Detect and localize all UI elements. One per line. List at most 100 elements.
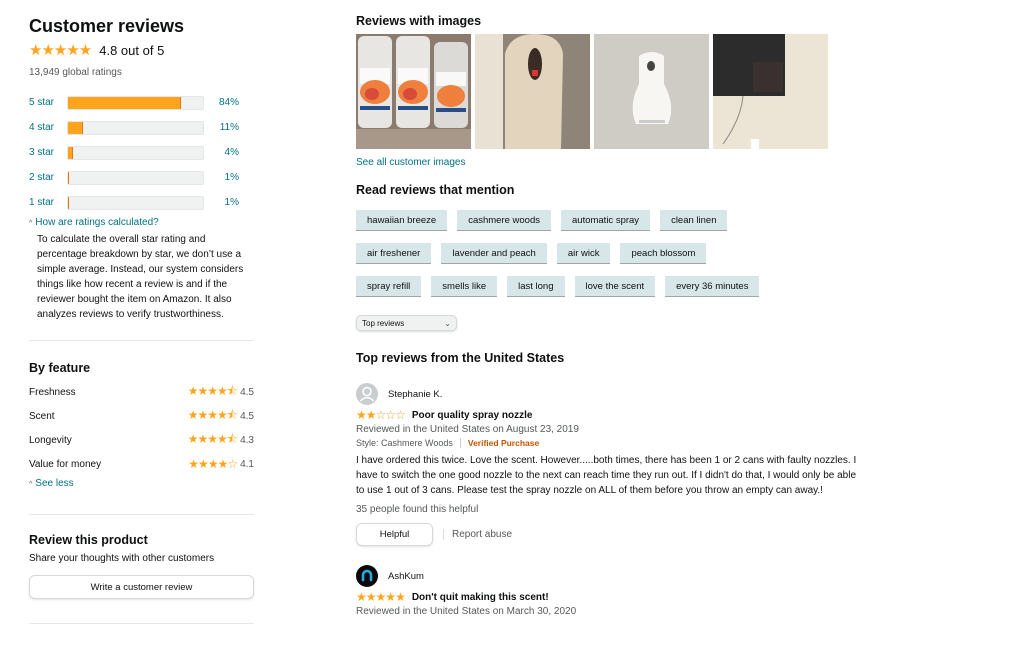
review-image-glade-cans[interactable] — [356, 34, 471, 149]
histogram-row-1-star[interactable]: 1 star 1% — [29, 190, 254, 215]
custom-avatar-icon — [361, 569, 373, 582]
review-stars-icon: ★★☆☆☆ — [356, 408, 406, 422]
star-filled-icon: ★ — [385, 590, 396, 604]
histogram-label[interactable]: 5 star — [29, 97, 67, 108]
histogram-label[interactable]: 4 star — [29, 122, 67, 133]
tv-wall-image — [713, 34, 828, 149]
star-filled-icon: ★ — [365, 408, 377, 422]
how-ratings-calculated-toggle[interactable]: ^ How are ratings calculated? — [29, 217, 254, 228]
star-filled-icon: ★ — [375, 590, 387, 604]
review-image-tv-wall[interactable] — [713, 34, 828, 149]
report-abuse-link[interactable]: Report abuse — [452, 529, 512, 540]
review-stars-icon: ★★★★★ — [356, 590, 406, 604]
histogram-bar[interactable] — [67, 195, 204, 210]
sort-selected-value: Top reviews — [362, 318, 405, 328]
mention-tag[interactable]: peach blossom — [620, 243, 707, 264]
feature-row: Scent ★★★★⯪ 4.5 — [29, 404, 254, 428]
review-item: AshKum ★★★★★ Don't quit making this scen… — [356, 564, 876, 617]
histogram-label[interactable]: 1 star — [29, 197, 67, 208]
histogram-percent[interactable]: 11% — [204, 122, 239, 133]
mention-tag[interactable]: hawaiian breeze — [356, 210, 448, 231]
verified-purchase-badge: Verified Purchase — [467, 438, 540, 448]
review-style[interactable]: Style: Cashmere Woods — [356, 438, 453, 448]
mention-tag[interactable]: last long — [507, 276, 565, 297]
section-divider — [29, 514, 254, 515]
mention-tag[interactable]: spray refill — [356, 276, 422, 297]
histogram-percent[interactable]: 4% — [204, 147, 239, 158]
mention-tag[interactable]: lavender and peach — [441, 243, 547, 264]
review-item: Stephanie K. ★★☆☆☆ Poor quality spray no… — [356, 382, 876, 546]
review-date: Reviewed in the United States on March 3… — [356, 606, 577, 617]
review-body: I have ordered this twice. Love the scen… — [356, 455, 857, 496]
histogram-row-3-star[interactable]: 3 star 4% — [29, 140, 254, 165]
review-title[interactable]: Poor quality spray nozzle — [412, 410, 533, 421]
histogram-bar-fill — [68, 121, 83, 134]
reviews-main-column: Reviews with images See all customer ima… — [356, 14, 876, 617]
feature-ratings-list: Freshness ★★★★⯪ 4.5 Scent ★★★★⯪ 4.5 Longev… — [29, 380, 254, 476]
feature-name: Value for money — [29, 458, 102, 470]
review-title-row: ★★★★★ Don't quit making this scent! — [356, 590, 876, 604]
see-less-toggle[interactable]: ^ See less — [29, 478, 254, 489]
feature-row: Freshness ★★★★⯪ 4.5 — [29, 380, 254, 404]
feature-row: Longevity ★★★★⯪ 4.3 — [29, 428, 254, 452]
star-empty-icon: ☆ — [395, 408, 406, 422]
see-all-customer-images-link[interactable]: See all customer images — [356, 157, 876, 168]
mention-tag[interactable]: every 36 minutes — [665, 276, 760, 297]
review-style-row: Style: Cashmere Woods Verified Purchase — [356, 438, 876, 448]
review-title[interactable]: Don't quit making this scent! — [412, 592, 549, 603]
histogram-percent[interactable]: 84% — [204, 97, 239, 108]
reviewer-name[interactable]: AshKum — [388, 571, 424, 582]
ratings-summary-column: Customer reviews ★★★★★ 4.8 out of 5 13,9… — [29, 14, 254, 624]
separator — [443, 529, 444, 540]
how-ratings-calculated-link[interactable]: How are ratings calculated? — [35, 217, 158, 228]
feature-rating: 4.5 — [240, 386, 254, 398]
overall-rating: ★★★★★ 4.8 out of 5 — [29, 40, 254, 60]
feature-stars-icon: ★★★★⯪ — [187, 407, 238, 422]
reviewer-profile[interactable]: AshKum — [356, 564, 876, 588]
separator — [459, 438, 461, 448]
histogram-bar-fill — [68, 171, 70, 184]
avatar — [356, 383, 378, 405]
dispenser-closeup-image — [475, 34, 590, 149]
histogram-row-5-star[interactable]: 5 star 84% — [29, 90, 254, 115]
histogram-row-4-star[interactable]: 4 star 11% — [29, 115, 254, 140]
overall-stars-icon: ★★★★★ — [29, 42, 92, 59]
rating-histogram: 5 star 84% 4 star 11% 3 star 4% 2 star 1… — [29, 90, 254, 215]
histogram-bar[interactable] — [67, 120, 204, 135]
read-reviews-mention-heading: Read reviews that mention — [356, 183, 515, 197]
histogram-bar[interactable] — [67, 170, 204, 185]
customer-reviews-heading: Customer reviews — [29, 16, 185, 36]
tag-row: spray refill smells like last long love … — [356, 276, 876, 297]
histogram-bar-fill — [68, 196, 70, 209]
review-image-dispenser-closeup[interactable] — [475, 34, 590, 149]
review-image-dispenser-wall[interactable] — [594, 34, 709, 149]
feature-name: Freshness — [29, 386, 76, 398]
reviewer-name[interactable]: Stephanie K. — [388, 389, 442, 400]
helpful-button[interactable]: Helpful — [356, 523, 433, 546]
feature-stars-icon: ★★★★⯪ — [187, 431, 238, 446]
histogram-row-2-star[interactable]: 2 star 1% — [29, 165, 254, 190]
review-title-row: ★★☆☆☆ Poor quality spray nozzle — [356, 408, 876, 422]
histogram-bar[interactable] — [67, 95, 204, 110]
by-feature-heading: By feature — [29, 361, 91, 375]
reviewer-profile[interactable]: Stephanie K. — [356, 382, 876, 406]
mention-tag[interactable]: clean linen — [660, 210, 728, 231]
tag-row: air freshener lavender and peach air wic… — [356, 243, 876, 264]
feature-rating: 4.5 — [240, 410, 254, 422]
mention-tag[interactable]: love the scent — [574, 276, 656, 297]
histogram-label[interactable]: 2 star — [29, 172, 67, 183]
histogram-bar[interactable] — [67, 145, 204, 160]
histogram-bar-fill — [68, 146, 74, 159]
mention-tag[interactable]: automatic spray — [561, 210, 651, 231]
section-divider — [29, 623, 254, 624]
mention-tag[interactable]: cashmere woods — [457, 210, 551, 231]
mention-tag[interactable]: air freshener — [356, 243, 432, 264]
sort-reviews-dropdown[interactable]: Top reviews ⌄ — [356, 315, 457, 331]
histogram-percent[interactable]: 1% — [204, 172, 239, 183]
histogram-label[interactable]: 3 star — [29, 147, 67, 158]
mention-tag[interactable]: air wick — [556, 243, 611, 264]
histogram-percent[interactable]: 1% — [204, 197, 239, 208]
write-review-button[interactable]: Write a customer review — [29, 575, 254, 599]
mention-tag[interactable]: smells like — [431, 276, 498, 297]
see-less-link[interactable]: See less — [35, 478, 73, 489]
